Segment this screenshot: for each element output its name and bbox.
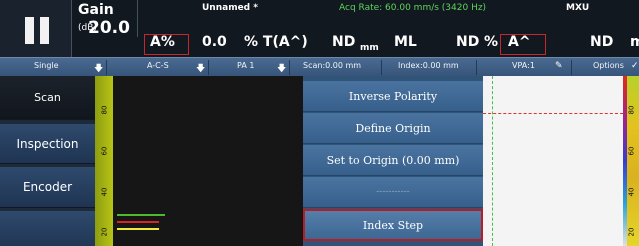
nav-inspection[interactable]: Inspection — [0, 124, 95, 164]
menu-item-set-to-origin[interactable]: Set to Origin (0.00 mm) — [303, 145, 483, 176]
unit-mm: mm — [360, 43, 379, 53]
header-row-1: Gain (dB) 20.0 Unnamed * Acq Rate: 60.00… — [72, 0, 639, 38]
options-button[interactable]: Options — [593, 61, 624, 70]
divider — [106, 60, 107, 75]
amplitude-ruler-left: 80 60 40 20 — [95, 76, 113, 246]
ruler-label: 40 — [627, 187, 636, 197]
color-palette — [623, 76, 627, 246]
nav-inspection-label: Inspection — [16, 136, 79, 151]
ruler-label: 40 — [100, 187, 109, 197]
menu-item-inverse-polarity[interactable]: Inverse Polarity — [303, 81, 483, 112]
divider — [571, 60, 572, 75]
gate-a[interactable] — [117, 214, 165, 216]
pause-icon — [40, 17, 49, 44]
ruler-label: 20 — [100, 227, 109, 237]
nav-more[interactable] — [0, 211, 95, 246]
reading-a-peak-value: ND — [590, 34, 614, 50]
mode-select[interactable]: Single — [34, 61, 59, 70]
check-icon[interactable]: ✓ — [631, 61, 639, 71]
reading-t-label[interactable]: % T(A^) — [244, 34, 308, 50]
reading-t-value: ND — [332, 34, 356, 50]
nav-scan-label: Scan — [34, 91, 61, 104]
readings-row: A% 0.0 % T(A^) ND mm ML ND % A^ ND m — [72, 19, 639, 57]
divider — [476, 60, 477, 75]
ruler-label: 80 — [627, 105, 636, 115]
gate-i[interactable] — [117, 228, 159, 230]
chevron-down-icon[interactable]: 🡇 — [277, 61, 286, 77]
a-scan-view[interactable] — [113, 76, 307, 246]
nav-encoder[interactable]: Encoder — [0, 167, 95, 208]
index-position: Index:0.00 mm — [398, 61, 459, 70]
pencil-icon[interactable]: ✎ — [555, 61, 563, 71]
mxu-label: MXU — [566, 3, 590, 13]
reading-ml-label[interactable]: ML — [394, 34, 417, 50]
amplitude-ruler-right: 80 60 40 20 — [623, 76, 639, 246]
left-nav: Scan Inspection Encoder — [0, 76, 95, 246]
status-header: Gain (dB) 20.0 Unnamed * Acq Rate: 60.00… — [0, 0, 639, 57]
reading-a-peak-label[interactable]: A^ — [508, 34, 531, 50]
ruler-label: 60 — [627, 146, 636, 156]
menu-item-define-origin[interactable]: Define Origin — [303, 113, 483, 144]
divider — [289, 60, 290, 75]
c-scan-view[interactable] — [483, 76, 623, 246]
reading-percent-label: % — [484, 34, 499, 50]
nav-encoder-label: Encoder — [22, 180, 73, 194]
vpa-value[interactable]: VPA:1 — [512, 61, 535, 70]
scan-type-select[interactable]: A-C-S — [147, 61, 169, 70]
probe-select[interactable]: PA 1 — [237, 61, 254, 70]
context-menu: Inverse Polarity Define Origin Set to Or… — [303, 76, 483, 246]
pause-button[interactable] — [0, 0, 72, 57]
gate-b[interactable] — [117, 221, 159, 223]
chevron-down-icon[interactable]: 🡇 — [196, 61, 205, 77]
ruler-label: 20 — [627, 227, 636, 237]
reading-a-percent-label[interactable]: A% — [150, 34, 175, 50]
divider — [208, 60, 209, 75]
cursor-line — [483, 113, 623, 114]
nav-scan[interactable]: Scan — [0, 76, 95, 120]
divider — [381, 60, 382, 75]
ruler-label: 60 — [100, 146, 109, 156]
reading-ml-value: ND — [456, 34, 480, 50]
menu-item-index-step[interactable]: Index Step — [303, 209, 483, 241]
chevron-down-icon[interactable]: 🡇 — [94, 61, 103, 77]
reading-unit-m: m — [630, 34, 639, 50]
secondary-toolbar: Single 🡇 A-C-S 🡇 PA 1 🡇 Scan:0.00 mm Ind… — [0, 57, 639, 76]
reading-a-percent-value: 0.0 — [202, 34, 227, 50]
ruler-label: 80 — [100, 105, 109, 115]
menu-separator: ----------- — [303, 177, 483, 208]
acq-rate: Acq Rate: 60.00 mm/s (3420 Hz) — [339, 3, 487, 13]
cursor-line — [492, 76, 493, 246]
pause-icon — [25, 17, 34, 44]
scan-position: Scan:0.00 mm — [303, 61, 362, 70]
file-name: Unnamed * — [202, 3, 258, 13]
